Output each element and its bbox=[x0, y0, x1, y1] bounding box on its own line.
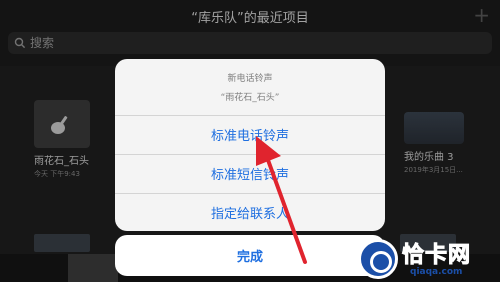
logo-icon bbox=[358, 239, 398, 279]
sheet-subtitle: “雨花石_石头” bbox=[220, 93, 280, 103]
assign-to-contact-option[interactable]: 指定给联系人 bbox=[115, 193, 385, 231]
watermark-url: qiaqa.com bbox=[410, 267, 463, 277]
standard-ringtone-option[interactable]: 标准电话铃声 bbox=[115, 115, 385, 153]
watermark-logo: 恰卡网 qiaqa.com bbox=[358, 237, 500, 282]
standard-text-tone-option[interactable]: 标准短信铃声 bbox=[115, 154, 385, 192]
sheet-title: 新电话铃声 bbox=[227, 74, 273, 84]
action-sheet: 新电话铃声 “雨花石_石头” 标准电话铃声 标准短信铃声 指定给联系人 bbox=[115, 59, 385, 231]
watermark-name: 恰卡网 bbox=[401, 243, 472, 269]
done-button[interactable]: 完成 bbox=[115, 235, 385, 276]
